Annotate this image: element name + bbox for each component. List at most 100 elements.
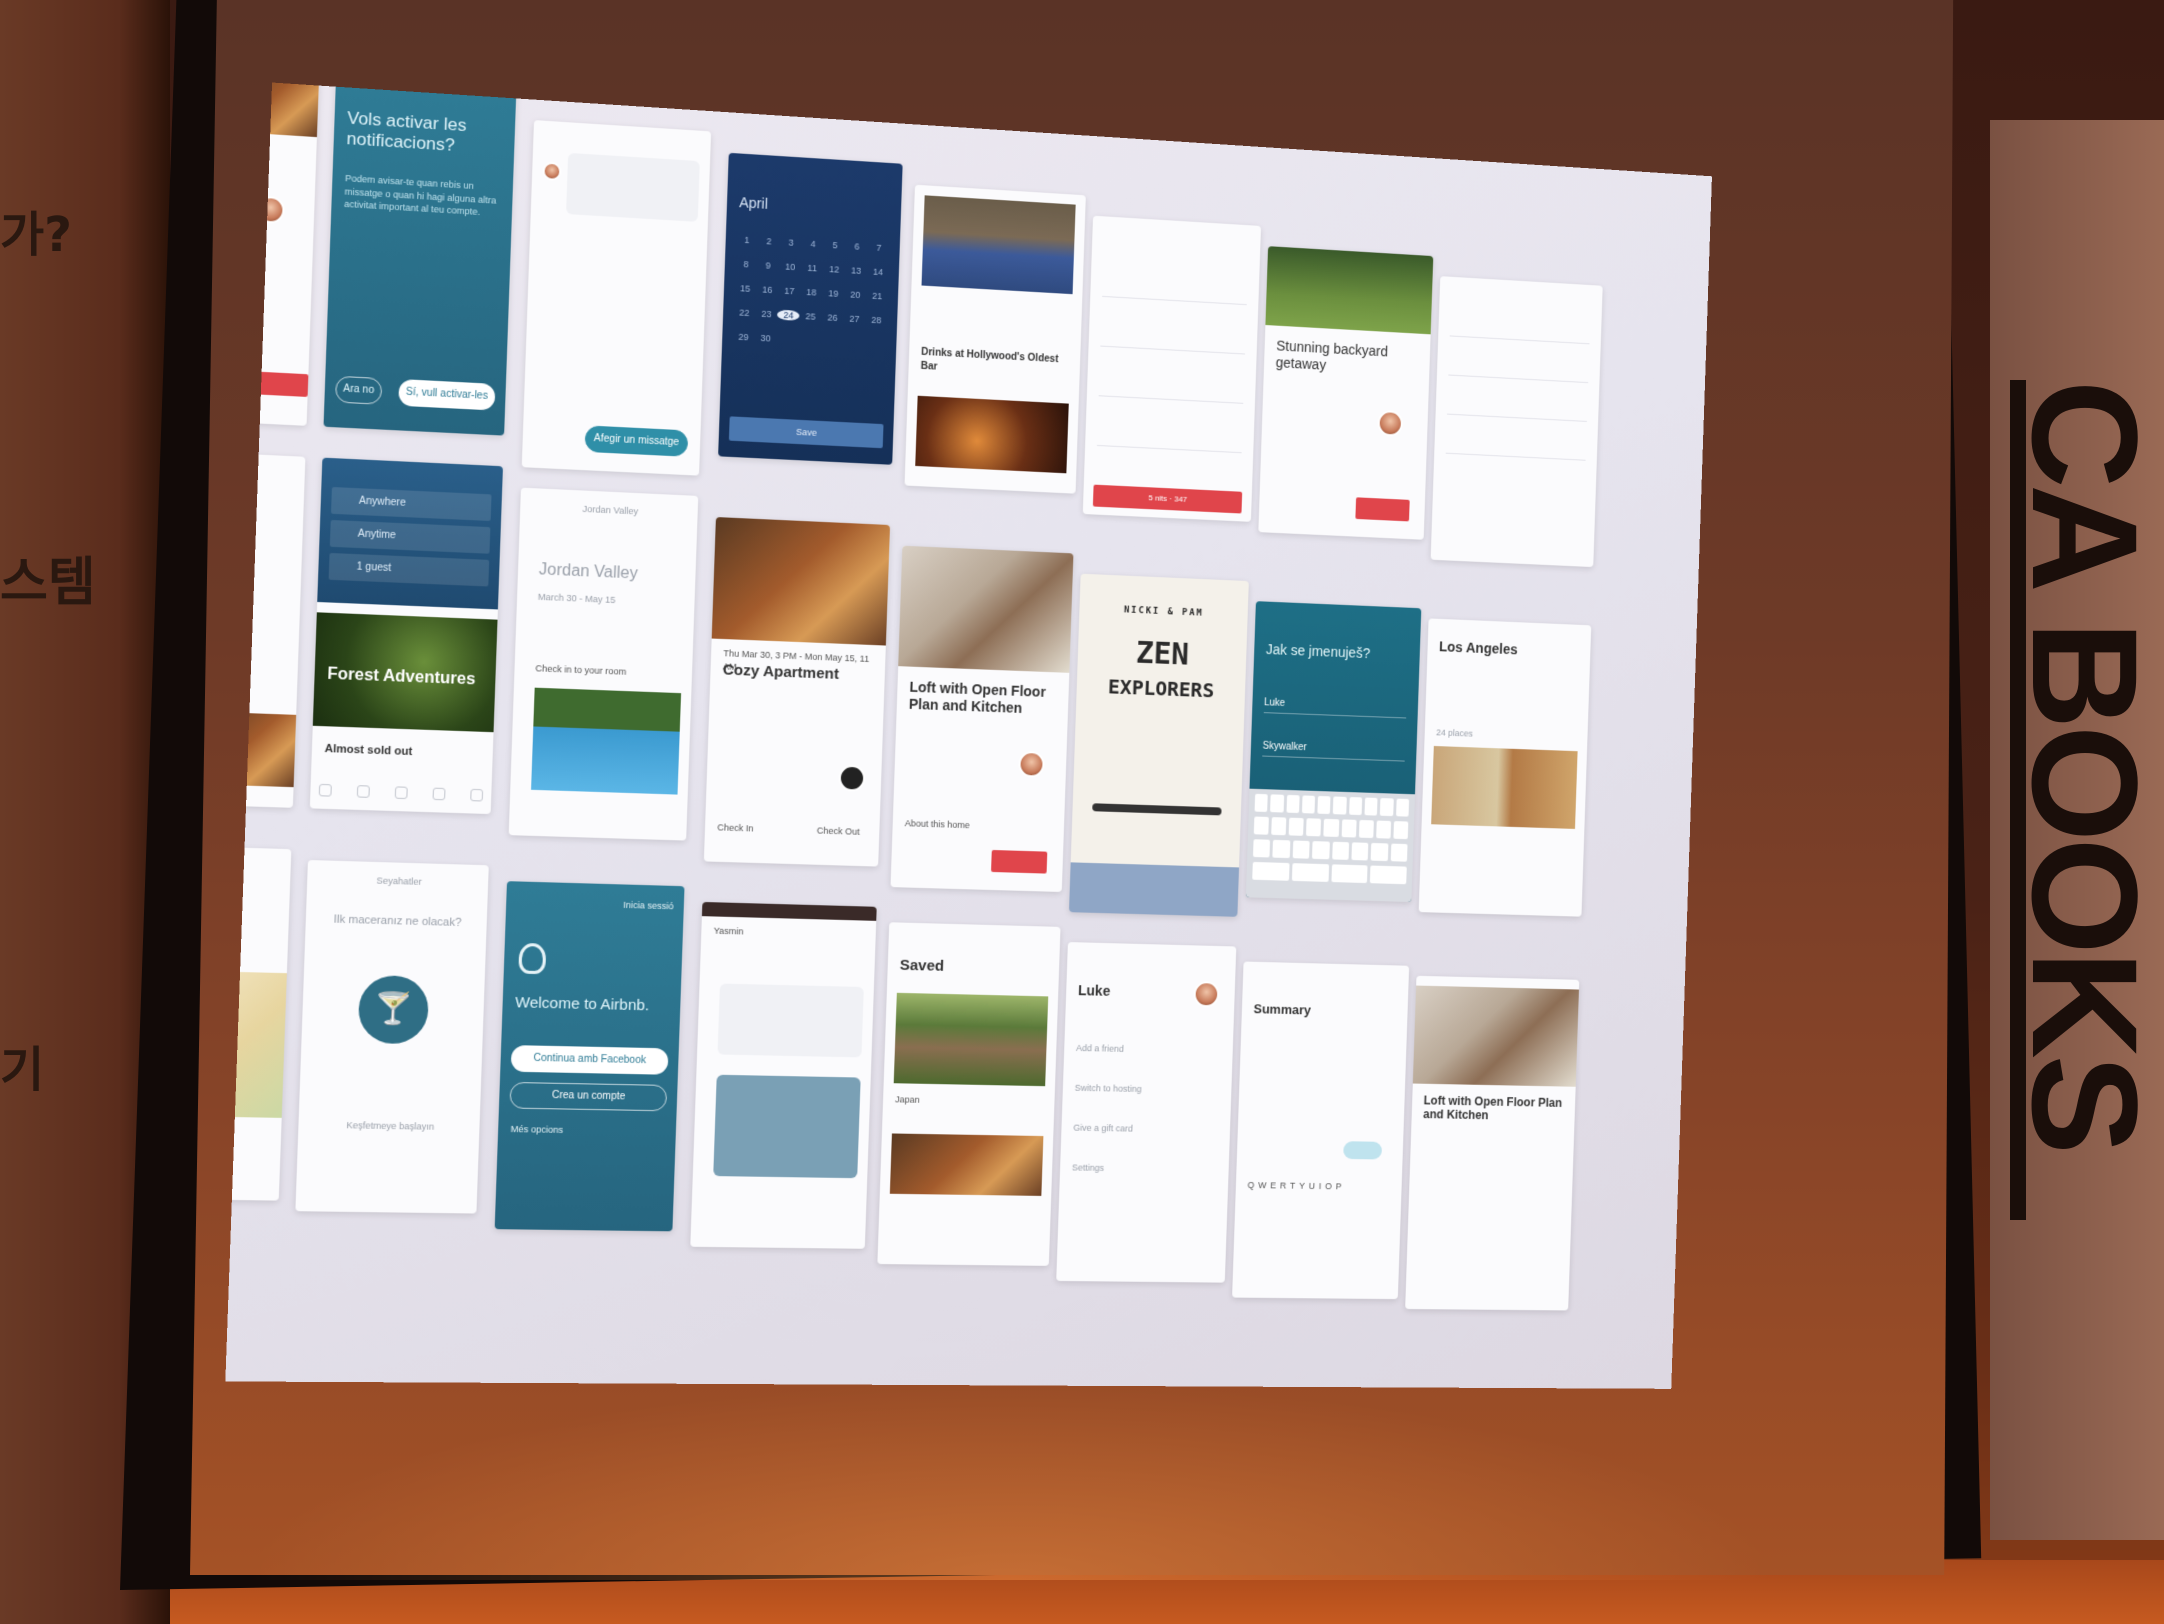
city-title: Los Angeles [1438, 638, 1518, 658]
saved-second-photo [889, 1133, 1044, 1196]
host-avatar [1377, 409, 1404, 437]
keyboard [1245, 788, 1415, 903]
summary-keyboard-row: QWERTYUIOP [1247, 1180, 1346, 1192]
forest-footer: Almost sold out [324, 742, 413, 759]
airbnb-logo-icon [518, 942, 547, 975]
notification-prompt-card: Vols activar les notificacions? Podem av… [323, 82, 517, 436]
sender-avatar [542, 161, 562, 182]
loft-listing-card-2: Loft with Open Floor Plan and Kitchen [1405, 975, 1580, 1311]
calendar-grid: 1234567 8 9 10 11 12 13 14 15 16 17 18 19 20 21 22 23… [738, 234, 884, 344]
experiences-search-card: Anywhere Anytime 1 guest Forest Adventur… [309, 457, 503, 815]
reservation-card: Thu Mar 30, 3 PM - Mon May 15, 11 AM Coz… [703, 517, 891, 867]
notif-body: Podem avisar-te quan rebis un missatge o… [344, 172, 497, 218]
profile-avatar [1193, 981, 1220, 1008]
notif-title: Vols activar les notificacions? [346, 108, 467, 156]
search-header: Anywhere Anytime 1 guest [317, 457, 503, 610]
summary-title: Summary [1253, 1001, 1312, 1018]
list-divider [1449, 335, 1590, 345]
status-bar [701, 901, 877, 921]
saved-house-photo [893, 992, 1049, 1087]
profile-menu-card: Luke Add a friend Switch to hosting Give… [1056, 942, 1237, 1283]
listing-row-title: Drinks at Hollywood's Oldest Bar [920, 346, 1059, 373]
zen-byline: NICKI & PAM [1123, 605, 1204, 619]
zen-title-1: ZEN [1135, 635, 1190, 673]
chat-header: Yasmin [713, 925, 744, 937]
notif-enable-button: Sí, vull activar-les [398, 378, 496, 411]
itinerary-checkin: Check in to your room [535, 663, 627, 677]
loft-about: About this home [904, 818, 970, 831]
notif-later-button: Ara no [334, 375, 383, 405]
apartment-photo [711, 517, 891, 646]
trips-question: Ilk maceranız ne olacak? [333, 913, 462, 930]
saved-card: Saved Japan [877, 922, 1061, 1266]
tab-bar [318, 783, 484, 804]
menu-anytime: Anytime [329, 519, 491, 554]
rowing-boat-illustration [1092, 803, 1222, 816]
checkout-label: Check Out [816, 825, 860, 837]
left-wall-text-1: 가? [0, 207, 73, 263]
form-divider [1096, 444, 1242, 454]
loft-listing-card: Loft with Open Floor Plan and Kitchen Ab… [890, 545, 1074, 893]
list-divider [1446, 413, 1587, 422]
itinerary-header: Jordan Valley [582, 503, 639, 517]
bar-photo [915, 395, 1069, 474]
welcome-login: Inicia sessió [623, 899, 674, 912]
saved-caption: Japan [894, 1094, 920, 1105]
calendar-save-button: Save [728, 416, 884, 449]
trips-cta: Keşfetmeye başlayın [346, 1120, 435, 1132]
saved-title: Saved [899, 956, 945, 975]
message-bubble [566, 152, 700, 222]
welcome-title: Welcome to Airbnb. [514, 993, 650, 1015]
backyard-photo [1265, 246, 1434, 335]
menu-settings: Settings [1071, 1162, 1105, 1173]
book-button [1355, 497, 1410, 522]
checkout-form-card: 5 nits · 347 [1082, 215, 1262, 522]
add-message-button: Afegir un missatge [584, 425, 689, 457]
name-entry-card: Jak se jmenuješ? Luke Skywalker [1245, 601, 1422, 903]
cocktail-icon: 🍸 [357, 974, 430, 1045]
list-divider [1448, 374, 1589, 384]
checkout-button: 5 nits · 347 [1092, 484, 1243, 514]
chat-bubble-sent [713, 1074, 861, 1179]
summary-send-button [1343, 1141, 1383, 1160]
create-account-button: Crea un compte [509, 1081, 668, 1112]
backyard-title: Stunning backyard getaway [1275, 337, 1389, 373]
left-wall-text-2: 스템 [0, 553, 96, 613]
message-compose-card: Afegir un missatge [521, 120, 712, 476]
facebook-button: Continua amb Facebook [510, 1045, 669, 1075]
city-photo [1431, 745, 1578, 829]
pool-photo [531, 687, 682, 795]
chat-card: Yasmin [690, 901, 877, 1249]
calendar-month: April [739, 194, 769, 212]
checkin-label: Check In [717, 822, 754, 834]
host-avatar [1018, 750, 1045, 778]
city-places: 24 places [1436, 727, 1473, 739]
zen-footer [1068, 862, 1240, 917]
host-avatar [838, 764, 866, 792]
left-wall-text-3: 기 [0, 1042, 45, 1098]
menu-switch-hosting: Switch to hosting [1074, 1082, 1142, 1095]
settings-list-card [1430, 276, 1603, 568]
menu-anywhere: Anywhere [330, 486, 492, 522]
menu-gift-card: Give a gift card [1073, 1122, 1134, 1134]
menu-guests: 1 guest [328, 552, 490, 587]
itinerary-dates: March 30 - May 15 [537, 591, 616, 606]
more-options-link: Més opcions [510, 1123, 564, 1136]
banner-logo-text: CA BOOKS [2001, 380, 2164, 1151]
book-button [991, 849, 1048, 874]
summary-card: Summary QWERTYUIOP [1232, 961, 1410, 1300]
trips-header: Seyahatler [376, 875, 422, 887]
form-divider [1100, 345, 1246, 355]
welcome-card: Inicia sessió Welcome to Airbnb. Continu… [494, 881, 685, 1232]
itinerary-title: Jordan Valley [538, 561, 639, 583]
loft-title-2: Loft with Open Floor Plan and Kitchen [1422, 1093, 1563, 1123]
loft-title: Loft with Open Floor Plan and Kitchen [908, 678, 1047, 716]
list-divider [1445, 452, 1586, 461]
loft-photo [1412, 985, 1579, 1087]
trips-empty-card: Seyahatler Ilk maceranız ne olacak? 🍸 Ke… [295, 859, 489, 1214]
zen-explorers-card: NICKI & PAM ZEN EXPLORERS [1068, 573, 1249, 917]
city-card: Los Angeles 24 places [1418, 618, 1592, 917]
ask-title: Jak se jmenuješ? [1265, 641, 1371, 662]
form-divider [1098, 395, 1244, 404]
projected-slide: Vols activar les notificacions? Podem av… [225, 82, 1712, 1389]
